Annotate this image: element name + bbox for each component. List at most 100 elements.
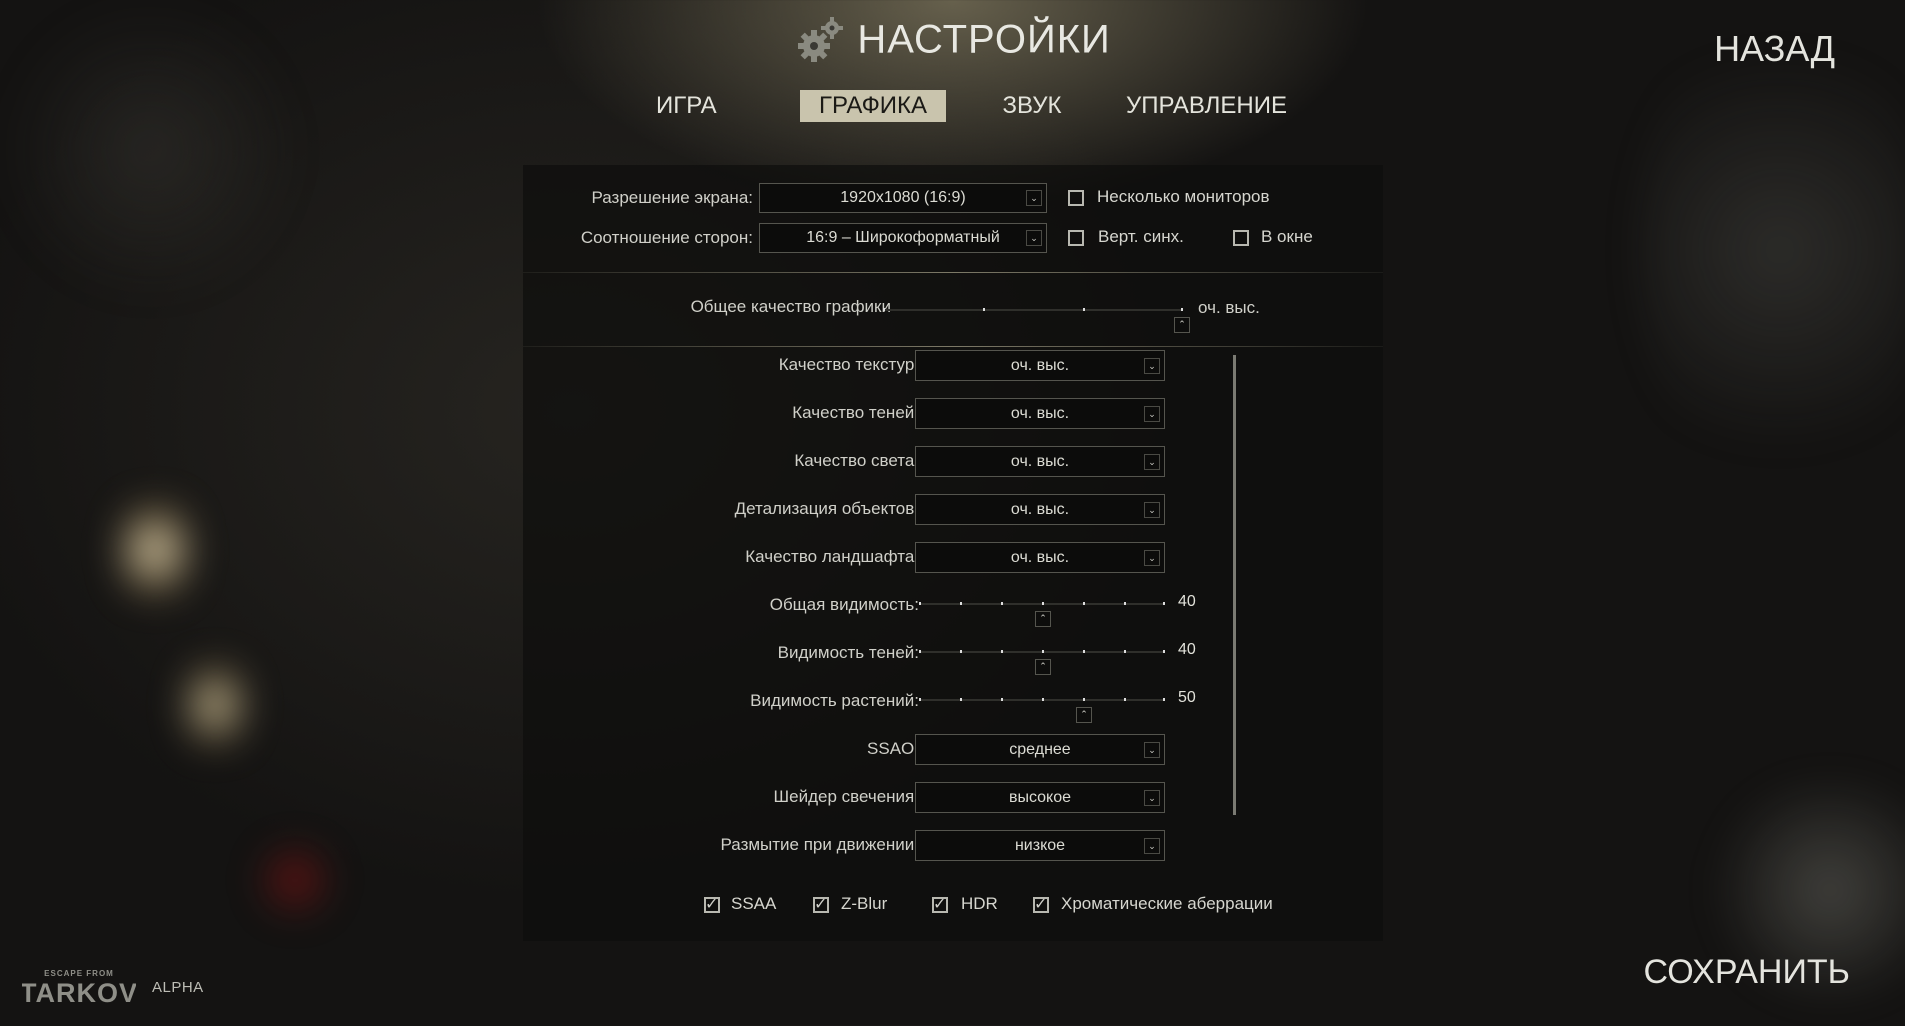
- slider-handle[interactable]: ⌃: [1174, 317, 1190, 333]
- light-quality-label: Качество света:: [794, 451, 919, 470]
- glow-shader-label: Шейдер свечения:: [773, 787, 919, 806]
- motion-blur-dropdown[interactable]: низкое ⌄: [915, 830, 1165, 861]
- chevron-down-icon: ⌄: [1144, 741, 1160, 758]
- hdr-label: HDR: [961, 894, 998, 913]
- slider-tick: [960, 698, 962, 701]
- gear-icon: [798, 17, 844, 62]
- aspect-ratio-dropdown[interactable]: 16:9 – Широкоформатный ⌄: [759, 223, 1047, 253]
- slider-tick: [960, 602, 962, 605]
- slider-tick: [1083, 308, 1085, 311]
- game-logo: ESCAPE FROM TARKOV: [22, 969, 136, 1006]
- chevron-down-icon: ⌄: [1144, 357, 1160, 374]
- light-quality-dropdown[interactable]: оч. выс. ⌄: [915, 446, 1165, 477]
- slider-handle[interactable]: ⌃: [1035, 659, 1051, 675]
- chevron-down-icon: ⌄: [1144, 789, 1160, 806]
- background-glow: [1640, 0, 1905, 500]
- vsync-checkbox[interactable]: [1068, 230, 1084, 246]
- ssaa-checkbox[interactable]: ✓: [704, 894, 720, 913]
- chevron-down-icon: ⌄: [1144, 405, 1160, 422]
- landscape-quality-value: оч. выс.: [1010, 549, 1070, 566]
- texture-quality-dropdown[interactable]: оч. выс. ⌄: [915, 350, 1165, 381]
- resolution-value: 1920x1080 (16:9): [840, 189, 966, 206]
- chromatic-aberration-checkbox[interactable]: ✓: [1033, 894, 1049, 913]
- overall-quality-slider[interactable]: ⌃: [883, 308, 1190, 333]
- glow-shader-value: высокое: [1008, 789, 1072, 806]
- back-button[interactable]: НАЗАД: [1714, 28, 1835, 70]
- background-light: [120, 490, 190, 610]
- save-button[interactable]: СОХРАНИТЬ: [1643, 953, 1850, 992]
- resolution-dropdown[interactable]: 1920x1080 (16:9) ⌄: [759, 183, 1047, 213]
- svg-text:ESCAPE FROM: ESCAPE FROM: [44, 969, 114, 978]
- object-detail-dropdown[interactable]: оч. выс. ⌄: [915, 494, 1165, 525]
- glow-shader-dropdown[interactable]: высокое ⌄: [915, 782, 1165, 813]
- shadow-visibility-label: Видимость теней:: [777, 643, 919, 662]
- texture-quality-value: оч. выс.: [1010, 357, 1070, 374]
- slider-tick: [1124, 602, 1126, 605]
- slider-tick: [919, 698, 921, 701]
- check-icon: ✓: [933, 894, 947, 913]
- check-icon: ✓: [1034, 894, 1048, 913]
- slider-tick: [883, 308, 885, 311]
- z-blur-checkbox[interactable]: ✓: [813, 894, 829, 913]
- landscape-quality-label: Качество ландшафта:: [745, 547, 919, 566]
- tab-graphics[interactable]: ГРАФИКА: [800, 90, 946, 122]
- windowed-label: В окне: [1261, 227, 1313, 246]
- vsync-label: Верт. синх.: [1098, 227, 1184, 246]
- z-blur-label: Z-Blur: [841, 894, 888, 913]
- background-red-light: [255, 840, 335, 920]
- plant-visibility-value: 50: [1178, 689, 1196, 706]
- check-icon: ✓: [705, 894, 719, 913]
- check-icon: ✓: [814, 894, 828, 913]
- windowed-checkbox[interactable]: [1233, 230, 1249, 246]
- slider-handle[interactable]: ⌃: [1076, 707, 1092, 723]
- object-detail-label: Детализация объектов:: [734, 499, 919, 518]
- slider-tick: [1124, 698, 1126, 701]
- light-quality-value: оч. выс.: [1010, 453, 1070, 470]
- slider-tick: [1083, 650, 1085, 653]
- aspect-ratio-value: 16:9 – Широкоформатный: [806, 229, 1000, 246]
- slider-tick: [1042, 650, 1044, 653]
- shadow-quality-value: оч. выс.: [1010, 405, 1070, 422]
- slider-tick: [1181, 308, 1183, 311]
- slider-tick: [1083, 698, 1085, 701]
- slider-tick: [1001, 602, 1003, 605]
- plant-visibility-label: Видимость растений:: [750, 691, 919, 710]
- slider-tick: [1042, 698, 1044, 701]
- chevron-down-icon: ⌄: [1026, 230, 1042, 246]
- divider: [523, 346, 1383, 347]
- overall-quality-label: Общее качество графики: [690, 297, 891, 316]
- shadow-quality-label: Качество теней:: [792, 403, 919, 422]
- slider-handle[interactable]: ⌃: [1035, 611, 1051, 627]
- tab-controls[interactable]: УПРАВЛЕНИЕ: [1126, 90, 1287, 122]
- svg-text:TARKOV: TARKOV: [22, 978, 136, 1006]
- chevron-down-icon: ⌄: [1144, 501, 1160, 518]
- page-header: НАСТРОЙКИ: [0, 14, 1905, 66]
- slider-tick: [1001, 698, 1003, 701]
- tab-bar: ИГРА ГРАФИКА ЗВУК УПРАВЛЕНИЕ: [0, 90, 1905, 126]
- chevron-down-icon: ⌄: [1026, 190, 1042, 206]
- alpha-badge: ALPHA: [152, 979, 204, 996]
- plant-visibility-slider[interactable]: ⌃: [919, 698, 1165, 723]
- multi-monitor-checkbox[interactable]: [1068, 190, 1084, 206]
- ssao-value: среднее: [1009, 741, 1071, 758]
- tab-sound[interactable]: ЗВУК: [1000, 90, 1064, 122]
- landscape-quality-dropdown[interactable]: оч. выс. ⌄: [915, 542, 1165, 573]
- shadow-quality-dropdown[interactable]: оч. выс. ⌄: [915, 398, 1165, 429]
- ssao-dropdown[interactable]: среднее ⌄: [915, 734, 1165, 765]
- aspect-ratio-label: Соотношение сторон:: [580, 228, 753, 247]
- chromatic-aberration-label: Хроматические аберрации: [1061, 894, 1273, 913]
- slider-tick: [1163, 698, 1165, 701]
- slider-tick: [983, 308, 985, 311]
- slider-tick: [960, 650, 962, 653]
- overall-visibility-slider[interactable]: ⌃: [919, 602, 1165, 627]
- slider-tick: [1001, 650, 1003, 653]
- settings-panel: Разрешение экрана: 1920x1080 (16:9) ⌄ Не…: [523, 165, 1383, 941]
- slider-tick: [1163, 650, 1165, 653]
- slider-tick: [1083, 602, 1085, 605]
- slider-tick: [1124, 650, 1126, 653]
- tab-game[interactable]: ИГРА: [656, 90, 717, 122]
- chevron-down-icon: ⌄: [1144, 837, 1160, 854]
- shadow-visibility-slider[interactable]: ⌃: [919, 650, 1165, 675]
- settings-scrollbar[interactable]: [1233, 355, 1236, 815]
- hdr-checkbox[interactable]: ✓: [932, 894, 948, 913]
